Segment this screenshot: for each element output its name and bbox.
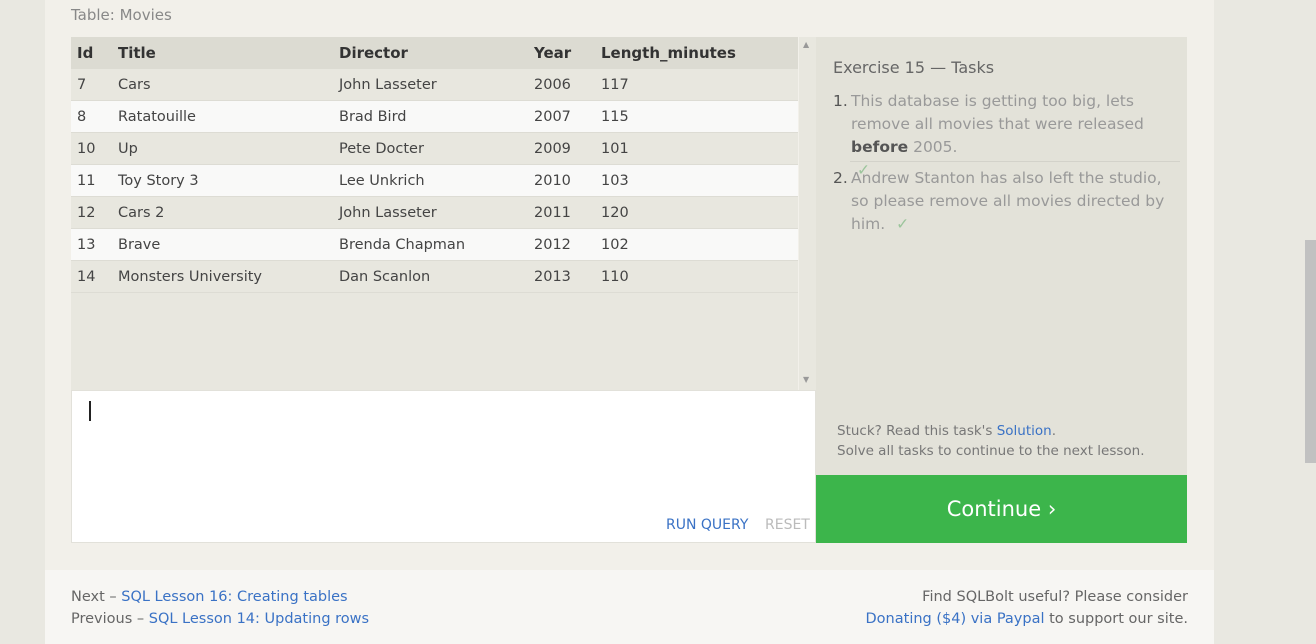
donate-suffix: to support our site. [1044, 611, 1188, 627]
tasks-title: Exercise 15 — Tasks [833, 58, 995, 77]
run-query-button[interactable]: RUN QUERY [666, 517, 748, 533]
task-item-2: 2. Andrew Stanton has also left the stud… [833, 167, 1180, 236]
previous-prefix: Previous – [71, 611, 149, 627]
cell-length: 101 [601, 132, 798, 165]
task-number: 1. [833, 92, 848, 110]
cell-director: Brenda Chapman [339, 228, 534, 261]
solve-all-text: Solve all tasks to continue to the next … [837, 443, 1145, 459]
reset-button[interactable]: RESET [765, 517, 810, 533]
table-row: 8 Ratatouille Brad Bird 2007 115 [71, 100, 798, 133]
table-row: 12 Cars 2 John Lasseter 2011 120 [71, 196, 798, 229]
task-text-part: 2005. [908, 138, 958, 156]
query-results: Id Title Director Year Length_minutes 7 … [71, 37, 798, 390]
sql-query-editor[interactable]: RUN QUERY RESET [71, 390, 816, 543]
stuck-text: Stuck? Read this task's [837, 423, 997, 439]
footer-navigation: Next – SQL Lesson 16: Creating tables Pr… [71, 586, 369, 630]
cell-director: Brad Bird [339, 100, 534, 133]
table-row: 10 Up Pete Docter 2009 101 [71, 132, 798, 165]
task-number: 2. [833, 169, 848, 187]
cell-title: Cars 2 [118, 196, 339, 229]
results-scrollbar[interactable]: ▲ ▼ [799, 37, 816, 390]
cell-length: 103 [601, 164, 798, 197]
cell-director: Lee Unkrich [339, 164, 534, 197]
cell-title: Cars [118, 69, 339, 101]
column-header-length: Length_minutes [601, 37, 798, 69]
cell-year: 2013 [534, 260, 601, 293]
continue-button[interactable]: Continue › [816, 475, 1187, 543]
triangle-up-icon[interactable]: ▲ [803, 40, 809, 49]
donate-prompt: Find SQLBolt useful? Please consider [922, 589, 1188, 605]
donate-link[interactable]: Donating ($4) via Paypal [866, 611, 1045, 627]
cell-year: 2011 [534, 196, 601, 229]
cell-year: 2007 [534, 100, 601, 133]
cell-year: 2009 [534, 132, 601, 165]
cell-id: 11 [71, 164, 118, 197]
triangle-down-icon[interactable]: ▼ [803, 375, 809, 384]
cell-id: 12 [71, 196, 118, 229]
cell-director: John Lasseter [339, 69, 534, 101]
task-text: Andrew Stanton has also left the studio,… [851, 167, 1180, 236]
cell-length: 120 [601, 196, 798, 229]
solution-link[interactable]: Solution [997, 423, 1052, 439]
tasks-panel: Exercise 15 — Tasks 1. This database is … [816, 37, 1187, 475]
page-scrollbar-thumb[interactable] [1305, 240, 1316, 463]
table-row: 14 Monsters University Dan Scanlon 2013 … [71, 260, 798, 293]
column-header-director: Director [339, 37, 534, 69]
cell-length: 117 [601, 69, 798, 101]
lesson-footer: Next – SQL Lesson 16: Creating tables Pr… [45, 570, 1214, 644]
table-caption: Table: Movies [71, 6, 172, 24]
task-text-bold: before [851, 138, 909, 156]
column-header-year: Year [534, 37, 601, 69]
cell-title: Monsters University [118, 260, 339, 293]
cell-id: 7 [71, 69, 118, 101]
previous-lesson-link[interactable]: SQL Lesson 14: Updating rows [149, 611, 369, 627]
cell-title: Toy Story 3 [118, 164, 339, 197]
cell-director: Dan Scanlon [339, 260, 534, 293]
cell-id: 8 [71, 100, 118, 133]
cell-year: 2012 [534, 228, 601, 261]
stuck-help: Stuck? Read this task's Solution. Solve … [837, 421, 1145, 461]
column-header-title: Title [118, 37, 339, 69]
table-row: 11 Toy Story 3 Lee Unkrich 2010 103 [71, 164, 798, 197]
cell-director: Pete Docter [339, 132, 534, 165]
footer-donate: Find SQLBolt useful? Please consider Don… [866, 586, 1188, 630]
checkmark-icon: ✓ [896, 215, 910, 233]
stuck-suffix: . [1051, 423, 1057, 439]
column-header-id: Id [71, 37, 118, 69]
cell-id: 13 [71, 228, 118, 261]
cell-director: John Lasseter [339, 196, 534, 229]
cell-id: 10 [71, 132, 118, 165]
cell-length: 115 [601, 100, 798, 133]
results-table: Id Title Director Year Length_minutes 7 … [71, 37, 798, 293]
cell-length: 102 [601, 228, 798, 261]
next-lesson-link[interactable]: SQL Lesson 16: Creating tables [121, 589, 347, 605]
task-text-part: This database is getting too big, lets r… [851, 92, 1144, 133]
text-cursor [89, 401, 91, 421]
cell-year: 2010 [534, 164, 601, 197]
cell-year: 2006 [534, 69, 601, 101]
table-row: 13 Brave Brenda Chapman 2012 102 [71, 228, 798, 261]
cell-title: Up [118, 132, 339, 165]
table-row: 7 Cars John Lasseter 2006 117 [71, 69, 798, 101]
table-header-row: Id Title Director Year Length_minutes [71, 37, 798, 69]
cell-title: Brave [118, 228, 339, 261]
next-prefix: Next – [71, 589, 122, 605]
cell-id: 14 [71, 260, 118, 293]
task-divider [850, 161, 1180, 162]
cell-length: 110 [601, 260, 798, 293]
cell-title: Ratatouille [118, 100, 339, 133]
